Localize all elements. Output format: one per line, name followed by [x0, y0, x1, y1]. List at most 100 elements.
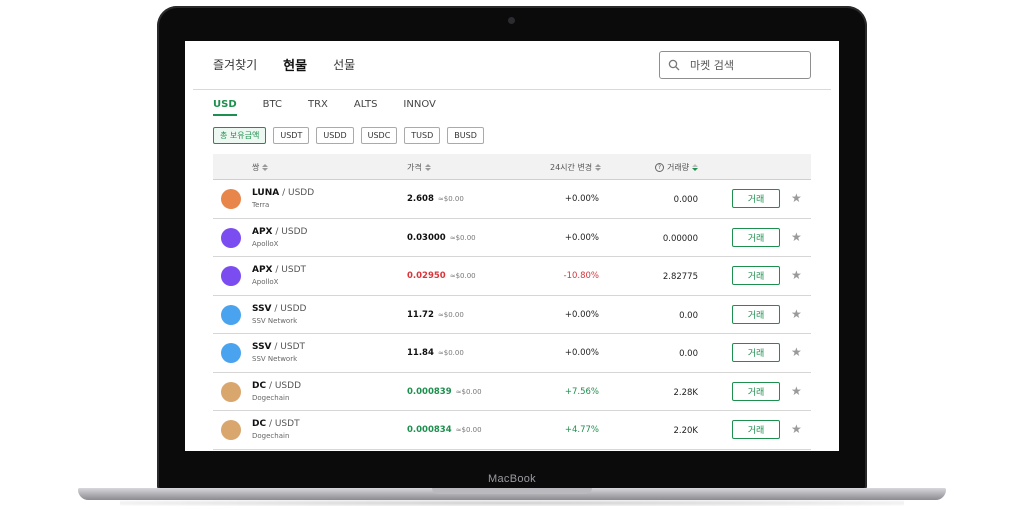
price-usd-approx: ≈$0.00 — [455, 387, 482, 396]
price-value: 2.608 — [407, 194, 434, 204]
star-icon[interactable]: ★ — [791, 307, 802, 321]
coin-logo-icon — [221, 266, 241, 286]
table-body: LUNA / USDD Terra 2.608 ≈$0.00 +0.00% 0.0… — [213, 180, 811, 450]
trade-button[interactable]: 거래 — [732, 189, 780, 208]
base-asset: SSV — [252, 303, 272, 314]
question-icon[interactable]: ? — [655, 163, 664, 172]
pair-name: APX / USDD — [252, 227, 307, 237]
trade-button[interactable]: 거래 — [732, 420, 780, 439]
last-price: 0.03000 ≈$0.00 — [407, 233, 476, 243]
volume-value: 0.000 — [673, 195, 698, 205]
coin-full-name: Dogechain — [252, 393, 290, 402]
table-row[interactable]: DC / USDT Dogechain 0.000834 ≈$0.00 +4.77… — [213, 411, 811, 450]
tab-futures[interactable]: 선물 — [333, 56, 355, 73]
pair-name: LUNA / USDD — [252, 188, 314, 198]
star-icon[interactable]: ★ — [791, 345, 802, 359]
trade-button[interactable]: 거래 — [732, 381, 780, 401]
volume-value: 2.20K — [673, 426, 699, 436]
pair-name: DC / USDD — [252, 381, 301, 391]
tab-trx[interactable]: TRX — [308, 99, 328, 116]
tab-usd[interactable]: USD — [213, 99, 237, 116]
table-row[interactable]: DC / USDD Dogechain 0.000839 ≈$0.00 +7.56… — [213, 373, 811, 411]
camera-icon — [508, 17, 515, 24]
star-icon[interactable]: ★ — [791, 422, 802, 436]
trade-type-tabs: 즐겨찾기 현물 선물 — [213, 55, 355, 74]
header-change[interactable]: 24시간 변경 — [550, 162, 602, 173]
change-24h: +4.77% — [564, 425, 599, 435]
market-search[interactable] — [659, 51, 811, 79]
tab-spot[interactable]: 현물 — [283, 55, 307, 74]
quote-asset: / USDT — [275, 265, 307, 275]
sort-desc-icon — [692, 164, 699, 171]
trade-button[interactable]: 거래 — [732, 227, 780, 247]
header-pair[interactable]: 쌍 — [252, 162, 269, 173]
star-icon[interactable]: ★ — [791, 230, 802, 244]
last-price: 11.84 ≈$0.00 — [407, 348, 464, 358]
coin-full-name: ApolloX — [252, 278, 279, 286]
price-value: 0.03000 — [407, 232, 446, 243]
header-volume-label: 거래량 — [667, 163, 690, 172]
price-value: 0.000839 — [407, 386, 452, 397]
pair-name: SSV / USDD — [252, 304, 306, 314]
trade-button[interactable]: 거래 — [732, 266, 780, 285]
tab-alts[interactable]: ALTS — [354, 99, 378, 116]
base-asset: APX — [252, 265, 273, 275]
quote-asset: / USDD — [275, 226, 308, 237]
price-usd-approx: ≈$0.00 — [437, 310, 464, 319]
chip-usdt[interactable]: USDT — [273, 127, 310, 144]
coin-full-name: SSV Network — [252, 316, 298, 325]
trade-button[interactable]: 거래 — [732, 304, 780, 324]
quote-asset: / USDT — [274, 342, 306, 352]
pair-name: DC / USDT — [252, 419, 300, 429]
header-change-label: 24시간 변경 — [550, 163, 593, 172]
price-usd-approx: ≈$0.00 — [449, 233, 476, 242]
table-row[interactable]: APX / USDT ApolloX 0.02950 ≈$0.00 -10.80%… — [213, 257, 811, 296]
chip-total-holdings[interactable]: 총 보유금액 — [213, 127, 267, 144]
coin-full-name: SSV Network — [252, 355, 298, 363]
chip-tusd[interactable]: TUSD — [404, 127, 441, 144]
header-price-label: 가격 — [407, 163, 422, 172]
last-price: 0.02950 ≈$0.00 — [407, 271, 476, 281]
coin-full-name: ApolloX — [252, 239, 279, 248]
sort-icon — [424, 164, 431, 171]
base-asset: SSV — [252, 342, 272, 352]
table-row[interactable]: APX / USDD ApolloX 0.03000 ≈$0.00 +0.00% … — [213, 219, 811, 257]
trade-button[interactable]: 거래 — [732, 343, 780, 362]
volume-value: 2.28K — [673, 387, 699, 398]
last-price: 0.000834 ≈$0.00 — [407, 425, 482, 435]
tab-favorites[interactable]: 즐겨찾기 — [213, 56, 257, 73]
search-icon — [668, 59, 680, 71]
chip-busd[interactable]: BUSD — [447, 127, 484, 144]
header-divider — [193, 89, 831, 90]
sort-icon — [262, 164, 269, 171]
base-asset: DC — [252, 419, 267, 429]
header-volume[interactable]: ? 거래량 — [655, 162, 699, 173]
table-row[interactable]: SSV / USDD SSV Network 11.72 ≈$0.00 +0.00… — [213, 296, 811, 334]
table-row[interactable]: SSV / USDT SSV Network 11.84 ≈$0.00 +0.00… — [213, 334, 811, 373]
chip-usdc[interactable]: USDC — [360, 127, 398, 144]
tab-innov[interactable]: INNOV — [403, 99, 435, 116]
header-price[interactable]: 가격 — [407, 162, 431, 173]
tab-btc[interactable]: BTC — [263, 99, 282, 116]
laptop-shadow — [120, 500, 904, 506]
coin-logo-icon — [221, 343, 241, 363]
sort-icon — [595, 164, 602, 171]
change-24h: +0.00% — [564, 348, 599, 358]
coin-logo-icon — [221, 304, 241, 325]
star-icon[interactable]: ★ — [791, 191, 802, 205]
search-input[interactable] — [690, 58, 800, 72]
pair-name: SSV / USDT — [252, 342, 305, 352]
star-icon[interactable]: ★ — [791, 384, 802, 398]
chip-usdd[interactable]: USDD — [316, 127, 354, 144]
laptop-notch — [432, 488, 592, 494]
volume-value: 2.82775 — [662, 272, 698, 282]
market-tabs: USD BTC TRX ALTS INNOV — [213, 99, 436, 116]
change-24h: +0.00% — [564, 309, 599, 320]
coin-logo-icon — [221, 189, 241, 209]
table-row[interactable]: LUNA / USDD Terra 2.608 ≈$0.00 +0.00% 0.0… — [213, 180, 811, 219]
header-pair-label: 쌍 — [252, 163, 260, 172]
change-24h: +0.00% — [564, 194, 599, 204]
star-icon[interactable]: ★ — [791, 268, 802, 282]
volume-value: 0.00000 — [662, 233, 698, 244]
coin-logo-icon — [221, 420, 241, 440]
